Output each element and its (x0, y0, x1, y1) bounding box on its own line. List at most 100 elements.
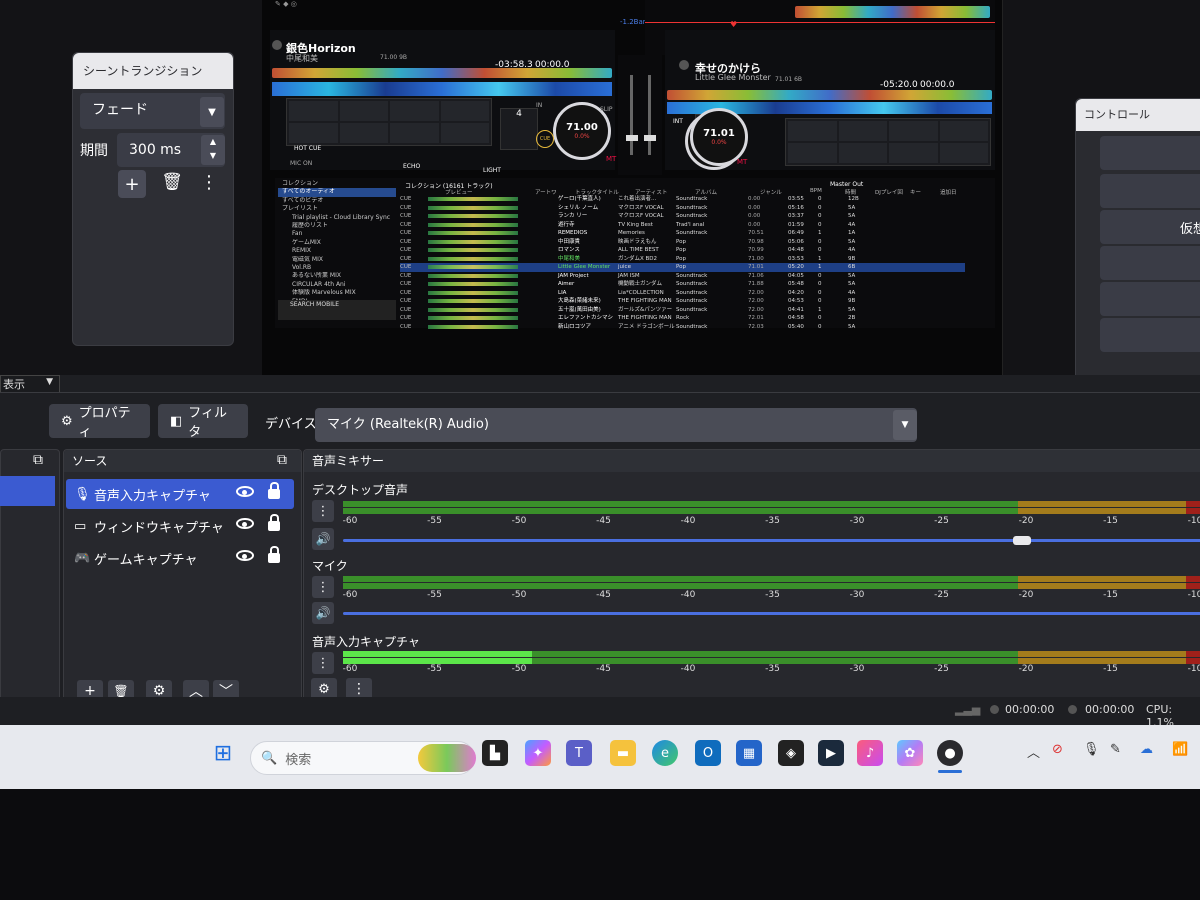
control-button-5[interactable] (1100, 282, 1200, 316)
deck-left-hotcue[interactable]: HOT CUE (294, 145, 321, 152)
file-explorer-icon[interactable]: ▬ (610, 740, 636, 766)
mute-button[interactable]: 🔊 (312, 528, 334, 550)
mic-on-label[interactable]: MIC ON (290, 160, 312, 167)
channel-menu-button[interactable]: ⋮ (312, 576, 334, 598)
search-mobile-button[interactable]: SEARCH MOBILE (278, 300, 396, 320)
deck-left-slip[interactable]: SLIP (600, 106, 613, 113)
teams-icon[interactable]: T (566, 740, 592, 766)
browser-track-row[interactable]: CUE エレファントカシマシ THE FIGHTING MAN Rock 72.01 04… (400, 314, 965, 323)
volume-slider[interactable] (343, 539, 1200, 542)
edge-icon[interactable]: e (652, 740, 678, 766)
view-dropdown[interactable]: 表示 ▼ (0, 375, 60, 393)
browser-track-row[interactable]: CUE Aimer 機動戦士ガンダム Soundtrack 71.88 05:48 0 5A (400, 280, 965, 289)
undock-icon[interactable]: ⧉ (277, 452, 287, 468)
browser-tree-item[interactable]: プレイリスト (278, 205, 396, 213)
browser-track-row[interactable]: CUE JAM Project JAM ISM Soundtrack 71.06 04:0… (400, 272, 965, 281)
mute-button[interactable]: 🔊 (312, 602, 334, 624)
channel-menu-button[interactable]: ⋮ (312, 500, 334, 522)
control-button-4[interactable] (1100, 246, 1200, 280)
taskbar-search[interactable]: 🔍 検索 (250, 741, 476, 775)
browser-track-row[interactable]: CUE 中田康貴 映画ドラえもん Pop 70.98 05:06 0 5A (400, 238, 965, 247)
fx-echo-label[interactable]: ECHO (403, 163, 420, 170)
deck-right-int[interactable]: INT (673, 118, 683, 125)
chevron-down-icon[interactable]: ▼ (893, 410, 917, 440)
deck-right-pads[interactable] (785, 118, 991, 166)
undock-icon[interactable]: ⧉ (33, 452, 43, 468)
browser-track-row[interactable]: CUE 新山ロコツア アニメ ドラゴンボール Soundtrack 72.03 05:40… (400, 323, 965, 332)
browser-track-row[interactable]: CUE LIA Lia*COLLECTION Soundtrack 72.00 04:20… (400, 289, 965, 298)
cloud-icon[interactable]: ☁ (1140, 742, 1153, 757)
security-icon[interactable]: ⊘ (1052, 742, 1063, 757)
pen-icon[interactable]: ✎ (1110, 742, 1121, 757)
duration-stepper[interactable]: ▲ ▼ (201, 135, 225, 165)
lock-icon[interactable] (268, 514, 280, 531)
deck-right-jog[interactable]: 71.01 0.0% (690, 108, 748, 166)
deck-right-mt[interactable]: MT (737, 158, 747, 166)
lock-icon[interactable] (268, 482, 280, 499)
music-icon[interactable]: ♪ (857, 740, 883, 766)
control-button-1[interactable] (1100, 136, 1200, 170)
properties-button[interactable]: ⚙ プロパティ (49, 404, 150, 440)
control-button-2[interactable] (1100, 174, 1200, 208)
browser-track-row[interactable]: CUE 大島森(菜緒未来) THE FIGHTING MAN Soundtrack 72… (400, 297, 965, 306)
browser-track-row[interactable]: CUE REMEDIOS Memories Soundtrack 70.51 06:49 1… (400, 229, 965, 238)
copilot-icon[interactable]: ✦ (525, 740, 551, 766)
device-select[interactable]: マイク (Realtek(R) Audio) (315, 408, 917, 442)
browser-tree-item[interactable]: ゲームMIX (278, 239, 396, 247)
browser-track-row[interactable]: CUE 中尾和美 ガンダムX BD2 Pop 71.00 03:53 1 9B (400, 255, 965, 264)
browser-track-row[interactable]: CUE ランカ リー マクロスF VOCAL Soundtrack 0.00 03:37 0… (400, 212, 965, 221)
source-item-window-capture[interactable]: ▭ ウィンドウキャプチャ (66, 511, 294, 541)
browser-track-row[interactable]: CUE ゲーロ(千葉直人) これ着出演者... Soundtrack 0.00 03:55… (400, 195, 965, 204)
lock-icon[interactable] (268, 546, 280, 563)
browser-tree-item[interactable]: Vol.RB (278, 264, 396, 272)
browser-tree-item[interactable]: Trial playlist - Cloud Library Sync (278, 214, 396, 222)
visibility-eye-icon[interactable] (236, 518, 254, 529)
deck-left-pads[interactable] (286, 98, 492, 146)
browser-track-row[interactable]: CUE 遊行寺 TV King Best Trad'l anal 0.00 01:59 0 4… (400, 221, 965, 230)
store-icon[interactable]: ▦ (736, 740, 762, 766)
media-player-icon[interactable]: ▶ (818, 740, 844, 766)
task-view-icon[interactable]: ▙ (482, 740, 508, 766)
browser-tree-item[interactable]: REMIX (278, 247, 396, 255)
browser-tree-item[interactable]: 履歴のリスト (278, 222, 396, 230)
visibility-eye-icon[interactable] (236, 486, 254, 497)
deck-left-mt[interactable]: MT (606, 155, 616, 163)
browser-tree-item[interactable]: Fan (278, 230, 396, 238)
browser-track-row[interactable]: CUE 五十嵐(萬田由美) ガールズ&パンツァー Soundtrack 72.00 04:… (400, 306, 965, 315)
app-icon[interactable]: ✿ (897, 740, 923, 766)
fx-light-label[interactable]: LIGHT (483, 167, 501, 174)
unity-hub-icon[interactable]: ◈ (778, 740, 804, 766)
browser-tree-item[interactable]: 体験版 Marvelous MIX (278, 289, 396, 297)
browser-tree-item[interactable]: すべてのオーディオ (278, 188, 396, 197)
trash-icon[interactable]: 🗑 (160, 172, 184, 196)
visibility-eye-icon[interactable] (236, 550, 254, 561)
windows-start-icon[interactable]: ⊞ (210, 740, 236, 766)
outlook-icon[interactable]: O (695, 740, 721, 766)
browser-tree-item[interactable]: 電磁気 MIX (278, 256, 396, 264)
source-item-game-capture[interactable]: 🎮 ゲームキャプチャ (66, 543, 294, 573)
browser-tree-item[interactable]: すべてのビデオ (278, 197, 396, 205)
wifi-icon[interactable]: 📶 (1172, 742, 1188, 757)
add-transition-button[interactable]: + (118, 170, 146, 198)
deck-left-cue-button[interactable]: CUE (536, 130, 554, 148)
more-options-icon[interactable]: ⋮ (200, 172, 218, 196)
channel-menu-button[interactable]: ⋮ (312, 652, 334, 674)
source-item-audio-input[interactable]: 🎙 音声入力キャプチャ (66, 479, 294, 509)
browser-tree-item[interactable]: コレクション (278, 180, 396, 188)
filters-button[interactable]: ◧ フィルタ (158, 404, 248, 440)
chevron-down-icon[interactable]: ▼ (200, 97, 224, 127)
deck-left-beat[interactable]: 4 (500, 108, 538, 150)
master-out-label[interactable]: Master Out (830, 181, 863, 188)
browser-track-list[interactable]: CUE ゲーロ(千葉直人) これ着出演者... Soundtrack 0.00 03:55… (400, 195, 965, 330)
browser-track-row[interactable]: CUE ロマンス ALL TIME BEST Pop 70.99 04:48 0 4A (400, 246, 965, 255)
browser-track-row[interactable]: CUE シェリル ノーム マクロスF VOCAL Soundtrack 0.00 05:1… (400, 204, 965, 213)
microphone-icon[interactable]: 🎙 (1083, 742, 1100, 757)
scene-item-selected[interactable] (0, 476, 55, 506)
browser-tree-item[interactable]: CIRCULAR 4th Ani (278, 281, 396, 289)
browser-column-header[interactable]: BPM (810, 188, 822, 194)
obs-icon[interactable]: ● (937, 740, 963, 766)
browser-track-row[interactable]: CUE Little Glee Monster juice Pop 71.01 05:20… (400, 263, 965, 272)
control-button-6[interactable] (1100, 318, 1200, 352)
volume-slider-handle[interactable] (1013, 536, 1032, 545)
chevron-up-icon[interactable]: ︿ (1027, 742, 1040, 761)
